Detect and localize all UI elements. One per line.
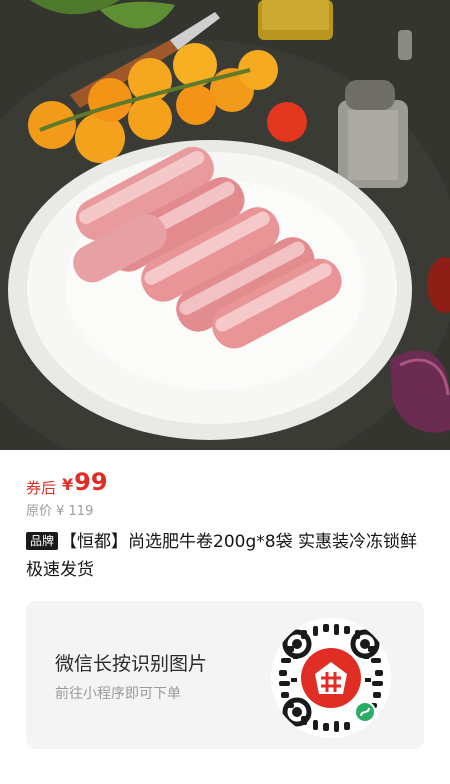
brand-badge: 品牌 [26, 532, 59, 550]
original-price: 原价 ¥ 119 [26, 504, 94, 519]
product-title: 品牌 【恒都】尚选肥牛卷200g*8袋 实惠装冷冻锁鲜 极速发货 [26, 528, 426, 584]
product-photo [0, 0, 450, 450]
product-title-text: 【恒都】尚选肥牛卷200g*8袋 实惠装冷冻锁鲜 极速发货 [26, 532, 417, 580]
qr-card-subtitle: 前往小程序即可下单 [55, 686, 181, 702]
currency-symbol: ¥ [62, 475, 74, 494]
qr-card-title: 微信长按识别图片 [55, 653, 208, 675]
miniprogram-qr-icon[interactable] [271, 618, 391, 738]
price-amount: 99 [74, 468, 108, 496]
price-value: ¥99 [62, 468, 108, 496]
qr-card: 微信长按识别图片 前往小程序即可下单 [26, 601, 424, 749]
coupon-price-label: 券后 [26, 479, 57, 497]
